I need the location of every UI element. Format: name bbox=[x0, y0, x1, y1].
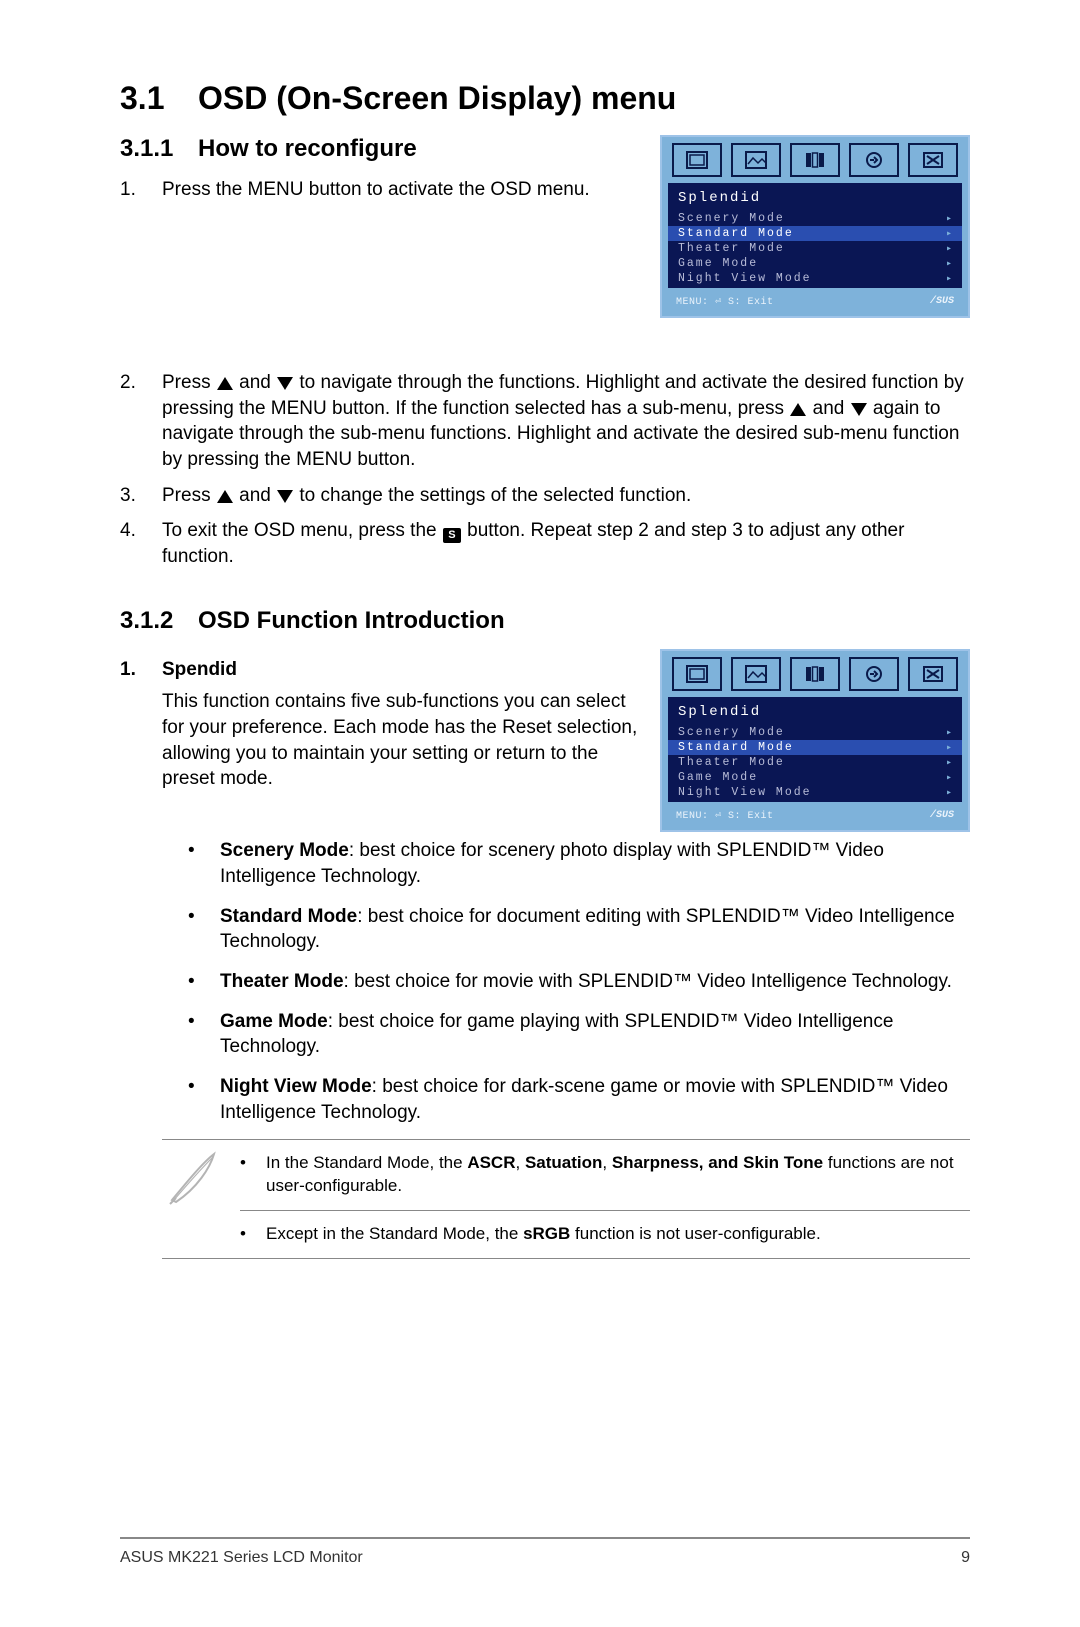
osd-footer-hint: MENU: ⏎ S: Exit bbox=[676, 810, 774, 822]
osd-brand: /SUS bbox=[930, 296, 954, 308]
osd-tab-image-icon bbox=[731, 657, 781, 691]
mode-item: •Night View Mode: best choice for dark-s… bbox=[188, 1074, 970, 1125]
osd-panel-title: Splendid bbox=[668, 701, 962, 725]
osd-item: Theater Mode▸ bbox=[668, 241, 962, 256]
mode-item: •Standard Mode: best choice for document… bbox=[188, 904, 970, 955]
step-number: 1. bbox=[120, 177, 162, 203]
up-arrow-icon bbox=[217, 377, 233, 390]
mode-list: •Scenery Mode: best choice for scenery p… bbox=[188, 838, 970, 1125]
step-number: 3. bbox=[120, 483, 162, 509]
osd-tab-input-icon bbox=[849, 143, 899, 177]
page-number: 9 bbox=[961, 1549, 970, 1567]
down-arrow-icon bbox=[851, 403, 867, 416]
note-item: • Except in the Standard Mode, the sRGB … bbox=[240, 1210, 970, 1258]
step-4: 4. To exit the OSD menu, press the S but… bbox=[120, 518, 970, 569]
step-1: 1. Press the MENU button to activate the… bbox=[120, 177, 640, 203]
osd-item-selected: Standard Mode▸ bbox=[668, 226, 962, 241]
note-block: • In the Standard Mode, the ASCR, Satuat… bbox=[162, 1139, 970, 1259]
subsection-number: 3.1.1 bbox=[120, 135, 198, 163]
s-button-icon: S bbox=[443, 528, 461, 543]
osd-item: Theater Mode▸ bbox=[668, 755, 962, 770]
item-number: 1. bbox=[120, 659, 162, 681]
down-arrow-icon bbox=[277, 377, 293, 390]
subsection-heading: 3.1.1How to reconfigure bbox=[120, 135, 640, 163]
note-item: • In the Standard Mode, the ASCR, Satuat… bbox=[240, 1140, 970, 1210]
osd-footer-hint: MENU: ⏎ S: Exit bbox=[676, 296, 774, 308]
step-3: 3. Press and to change the settings of t… bbox=[120, 483, 970, 509]
osd-footer: MENU: ⏎ S: Exit /SUS bbox=[668, 288, 962, 310]
osd-tab-setup-icon bbox=[908, 657, 958, 691]
osd-tab-splendid-icon bbox=[672, 657, 722, 691]
osd-panel-title: Splendid bbox=[668, 187, 962, 211]
step-text: To exit the OSD menu, press the S button… bbox=[162, 518, 970, 569]
osd-item: Scenery Mode▸ bbox=[668, 725, 962, 740]
subsection-title-text: OSD Function Introduction bbox=[198, 607, 505, 634]
step-text: Press the MENU button to activate the OS… bbox=[162, 177, 640, 203]
osd-tab-row bbox=[668, 143, 962, 183]
subsection-heading: 3.1.2OSD Function Introduction bbox=[120, 607, 970, 635]
step-number: 4. bbox=[120, 518, 162, 569]
osd-item: Night View Mode▸ bbox=[668, 271, 962, 286]
osd-footer: MENU: ⏎ S: Exit /SUS bbox=[668, 802, 962, 824]
step-2: 2. Press and to navigate through the fun… bbox=[120, 370, 970, 473]
step-text: Press and to change the settings of the … bbox=[162, 483, 970, 509]
feather-icon bbox=[162, 1140, 222, 1213]
osd-tab-image-icon bbox=[731, 143, 781, 177]
page-footer: ASUS MK221 Series LCD Monitor 9 bbox=[120, 1537, 970, 1567]
section-number: 3.1 bbox=[120, 80, 198, 117]
osd-item: Game Mode▸ bbox=[668, 256, 962, 271]
step-text: Press and to navigate through the functi… bbox=[162, 370, 970, 473]
osd-screenshot: Splendid Scenery Mode▸ Standard Mode▸ Th… bbox=[660, 649, 970, 832]
osd-item: Night View Mode▸ bbox=[668, 785, 962, 800]
osd-panel: Splendid Scenery Mode▸ Standard Mode▸ Th… bbox=[668, 697, 962, 802]
footer-product: ASUS MK221 Series LCD Monitor bbox=[120, 1549, 363, 1567]
mode-item: •Theater Mode: best choice for movie wit… bbox=[188, 969, 970, 995]
section-title-text: OSD (On-Screen Display) menu bbox=[198, 80, 676, 116]
splendid-description: This function contains five sub-function… bbox=[162, 689, 640, 792]
manual-page: 3.1OSD (On-Screen Display) menu 3.1.1How… bbox=[0, 0, 1080, 1627]
osd-tab-row bbox=[668, 657, 962, 697]
osd-brand: /SUS bbox=[930, 810, 954, 822]
osd-tab-color-icon bbox=[790, 657, 840, 691]
osd-screenshot: Splendid Scenery Mode▸ Standard Mode▸ Th… bbox=[660, 135, 970, 318]
step-number: 2. bbox=[120, 370, 162, 473]
down-arrow-icon bbox=[277, 490, 293, 503]
osd-tab-setup-icon bbox=[908, 143, 958, 177]
osd-tab-color-icon bbox=[790, 143, 840, 177]
mode-item: •Scenery Mode: best choice for scenery p… bbox=[188, 838, 970, 889]
up-arrow-icon bbox=[217, 490, 233, 503]
osd-tab-splendid-icon bbox=[672, 143, 722, 177]
up-arrow-icon bbox=[790, 403, 806, 416]
mode-item: •Game Mode: best choice for game playing… bbox=[188, 1009, 970, 1060]
splendid-heading: 1.Spendid bbox=[120, 659, 640, 681]
item-title: Spendid bbox=[162, 659, 237, 680]
osd-item: Scenery Mode▸ bbox=[668, 211, 962, 226]
osd-tab-input-icon bbox=[849, 657, 899, 691]
subsection-number: 3.1.2 bbox=[120, 607, 198, 635]
osd-item: Game Mode▸ bbox=[668, 770, 962, 785]
subsection-title-text: How to reconfigure bbox=[198, 135, 417, 162]
osd-item-selected: Standard Mode▸ bbox=[668, 740, 962, 755]
section-heading: 3.1OSD (On-Screen Display) menu bbox=[120, 80, 970, 117]
osd-panel: Splendid Scenery Mode▸ Standard Mode▸ Th… bbox=[668, 183, 962, 288]
